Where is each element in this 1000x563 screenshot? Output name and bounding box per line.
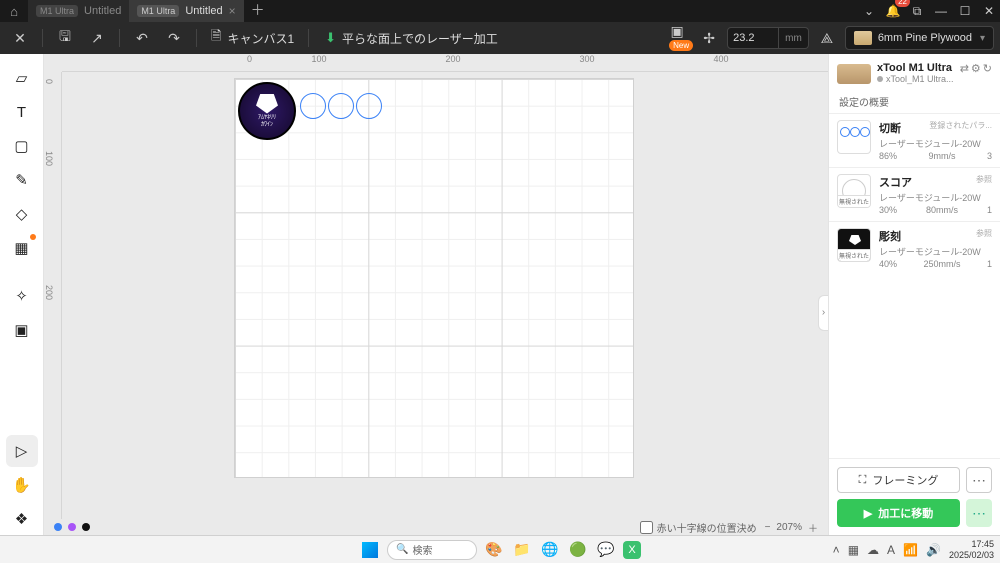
process-thumb: 無視された bbox=[837, 228, 871, 262]
process-button[interactable]: ▶ 加工に移動 bbox=[837, 499, 960, 527]
taskbar-search[interactable]: 🔍 検索 bbox=[387, 540, 477, 560]
minimize-button[interactable]: — bbox=[930, 0, 952, 22]
tab-label: Untitled bbox=[185, 5, 222, 17]
gear-icon[interactable]: ⚙ bbox=[971, 62, 981, 84]
device-thumbnail bbox=[837, 64, 871, 84]
artboard[interactable]: ｱﾑﾔﾈﾘﾘｶﾜｲﾝ bbox=[234, 78, 634, 478]
thickness-unit: mm bbox=[779, 27, 809, 49]
hand-icon[interactable]: ✋ bbox=[6, 469, 38, 501]
redo-icon[interactable]: ↷ bbox=[160, 24, 188, 52]
tray-app-icon[interactable]: ▦ bbox=[848, 543, 859, 557]
gallery-icon[interactable]: ▣ bbox=[6, 314, 38, 346]
search-icon: 🔍 bbox=[396, 544, 408, 555]
thickness-input[interactable] bbox=[727, 27, 779, 49]
process-item-score[interactable]: 無視された スコア 参照 レーザーモジュール-20W 30% 80mm/s 1 bbox=[829, 167, 1000, 221]
material-name: 6mm Pine Plywood bbox=[878, 32, 972, 44]
start-button[interactable] bbox=[359, 539, 381, 561]
process-more-button[interactable]: ⋯ bbox=[966, 499, 992, 527]
framing-button[interactable]: ⛶ フレーミング bbox=[837, 467, 960, 493]
taskbar-xcs-icon[interactable]: X bbox=[623, 541, 641, 559]
process-item-cut[interactable]: 切断 登録されたパラ... レーザーモジュール-20W 86% 9mm/s 3 bbox=[829, 113, 1000, 167]
windows-taskbar: 🔍 検索 🎨 📁 🌐 🟢 💬 X ˄ ▦ ☁ A 📶 🔊 17:45 2025/… bbox=[0, 535, 1000, 563]
material-swatch bbox=[854, 31, 872, 45]
crosshair-checkbox[interactable]: 赤い十字線の位置決め bbox=[640, 520, 757, 535]
tray-ime-icon[interactable]: A bbox=[887, 543, 895, 557]
tray-wifi-icon[interactable]: 📶 bbox=[903, 543, 918, 557]
tray-volume-icon[interactable]: 🔊 bbox=[926, 543, 941, 557]
design-cut-circles[interactable] bbox=[300, 93, 382, 119]
shape-icon[interactable]: ▢ bbox=[6, 130, 38, 162]
insert-image-icon[interactable]: ▱ bbox=[6, 62, 38, 94]
close-window-button[interactable]: ✕ bbox=[978, 0, 1000, 22]
canvas-area[interactable]: 0 100 200 300 400 0 100 200 ｱﾑﾔﾈﾘﾘｶﾜｲﾝ › bbox=[44, 54, 828, 535]
taskbar-line-icon[interactable]: 💬 bbox=[595, 539, 617, 561]
framing-icon: ⛶ bbox=[859, 474, 867, 487]
taskbar-explorer-icon[interactable]: 📁 bbox=[511, 539, 533, 561]
save-icon[interactable]: 🖫 bbox=[51, 24, 79, 52]
close-icon[interactable]: ✕ bbox=[6, 24, 34, 52]
zoom-value: 207% bbox=[776, 522, 802, 533]
refresh-icon[interactable]: ↻ bbox=[983, 62, 992, 84]
tab-label: Untitled bbox=[84, 5, 121, 17]
design-engrave-badge[interactable]: ｱﾑﾔﾈﾘﾘｶﾜｲﾝ bbox=[238, 82, 296, 140]
framing-more-button[interactable]: ⋯ bbox=[966, 467, 992, 493]
chevron-down-icon: ▾ bbox=[980, 33, 985, 44]
expand-panel-handle[interactable]: › bbox=[818, 295, 828, 331]
device-connection: xTool_M1 Ultra... bbox=[877, 74, 954, 84]
device-name: xTool M1 Ultra bbox=[877, 62, 954, 74]
tab-close-icon[interactable]: × bbox=[229, 4, 236, 18]
canvas-name: キャンバス1 bbox=[227, 30, 294, 47]
notifications-icon[interactable]: 🔔 bbox=[882, 0, 904, 22]
path-icon[interactable]: ✢ bbox=[695, 24, 723, 52]
taskbar-clock[interactable]: 17:45 2025/02/03 bbox=[949, 539, 994, 561]
color-layers[interactable] bbox=[54, 523, 90, 531]
process-thumb: 無視された bbox=[837, 174, 871, 208]
ai-icon[interactable]: ✧ bbox=[6, 280, 38, 312]
process-item-engrave[interactable]: 無視された 彫刻 参照 レーザーモジュール-20W 40% 250mm/s 1 bbox=[829, 221, 1000, 275]
taskbar-edge-icon[interactable]: 🌐 bbox=[539, 539, 561, 561]
apps-icon[interactable]: ▦ bbox=[6, 232, 38, 264]
toolbar: ✕ 🖫 ↗ ↶ ↷ 🗎 キャンバス1 ⬇︎ 平らな面上でのレーザー加工 ▣ Ne… bbox=[0, 22, 1000, 54]
left-toolbar: ▱ T ▢ ✎ ◇ ▦ ✧ ▣ ▷ ✋ ❖ bbox=[0, 54, 44, 535]
material-selector[interactable]: 6mm Pine Plywood ▾ bbox=[845, 26, 994, 50]
tab-add-button[interactable]: ＋ bbox=[244, 0, 272, 22]
swap-icon[interactable]: ⇄ bbox=[960, 62, 969, 84]
ruler-horizontal: 0 100 200 300 400 bbox=[62, 54, 828, 72]
measure-icon[interactable]: ⟁ bbox=[813, 24, 841, 52]
right-panel: xTool M1 Ultra xTool_M1 Ultra... ⇄ ⚙ ↻ 設… bbox=[828, 54, 1000, 535]
text-icon[interactable]: T bbox=[6, 96, 38, 128]
ruler-vertical: 0 100 200 bbox=[44, 72, 62, 519]
process-thumb bbox=[837, 120, 871, 154]
document-icon: 🗎 bbox=[211, 27, 221, 49]
select-icon[interactable]: ▷ bbox=[6, 435, 38, 467]
chevron-down-icon[interactable]: ⌄ bbox=[858, 0, 880, 22]
zoom-out-button[interactable]: − bbox=[765, 522, 771, 533]
tab-inactive[interactable]: M1 Ultra Untitled bbox=[28, 0, 129, 22]
titlebar: ⌂ M1 Ultra Untitled M1 Ultra Untitled × … bbox=[0, 0, 1000, 22]
play-icon: ▶ bbox=[864, 507, 872, 520]
mode-text: 平らな面上でのレーザー加工 bbox=[342, 30, 498, 47]
vector-icon[interactable]: ◇ bbox=[6, 198, 38, 230]
new-badge: New bbox=[669, 40, 693, 51]
pen-icon[interactable]: ✎ bbox=[6, 164, 38, 196]
tab-active[interactable]: M1 Ultra Untitled × bbox=[129, 0, 243, 22]
taskbar-chrome-icon[interactable]: 🟢 bbox=[567, 539, 589, 561]
home-icon[interactable]: ⌂ bbox=[0, 4, 28, 19]
zoom-in-button[interactable]: ＋ bbox=[808, 520, 818, 535]
export-icon[interactable]: ↗ bbox=[83, 24, 111, 52]
layers-icon[interactable]: ❖ bbox=[6, 503, 38, 535]
undo-icon[interactable]: ↶ bbox=[128, 24, 156, 52]
tray-cloud-icon[interactable]: ☁ bbox=[867, 543, 879, 557]
tray-chevron-icon[interactable]: ˄ bbox=[833, 543, 840, 557]
taskbar-app-1[interactable]: 🎨 bbox=[483, 539, 505, 561]
settings-title: 設定の概要 bbox=[829, 88, 1000, 113]
canvas-selector[interactable]: 🗎 キャンバス1 bbox=[205, 27, 300, 49]
maximize-button[interactable]: ☐ bbox=[954, 0, 976, 22]
canvas-footer: 赤い十字線の位置決め − 207% ＋ bbox=[44, 519, 828, 535]
laser-mode-icon: ⬇︎ bbox=[325, 30, 336, 46]
mode-selector[interactable]: ⬇︎ 平らな面上でのレーザー加工 bbox=[317, 30, 506, 47]
